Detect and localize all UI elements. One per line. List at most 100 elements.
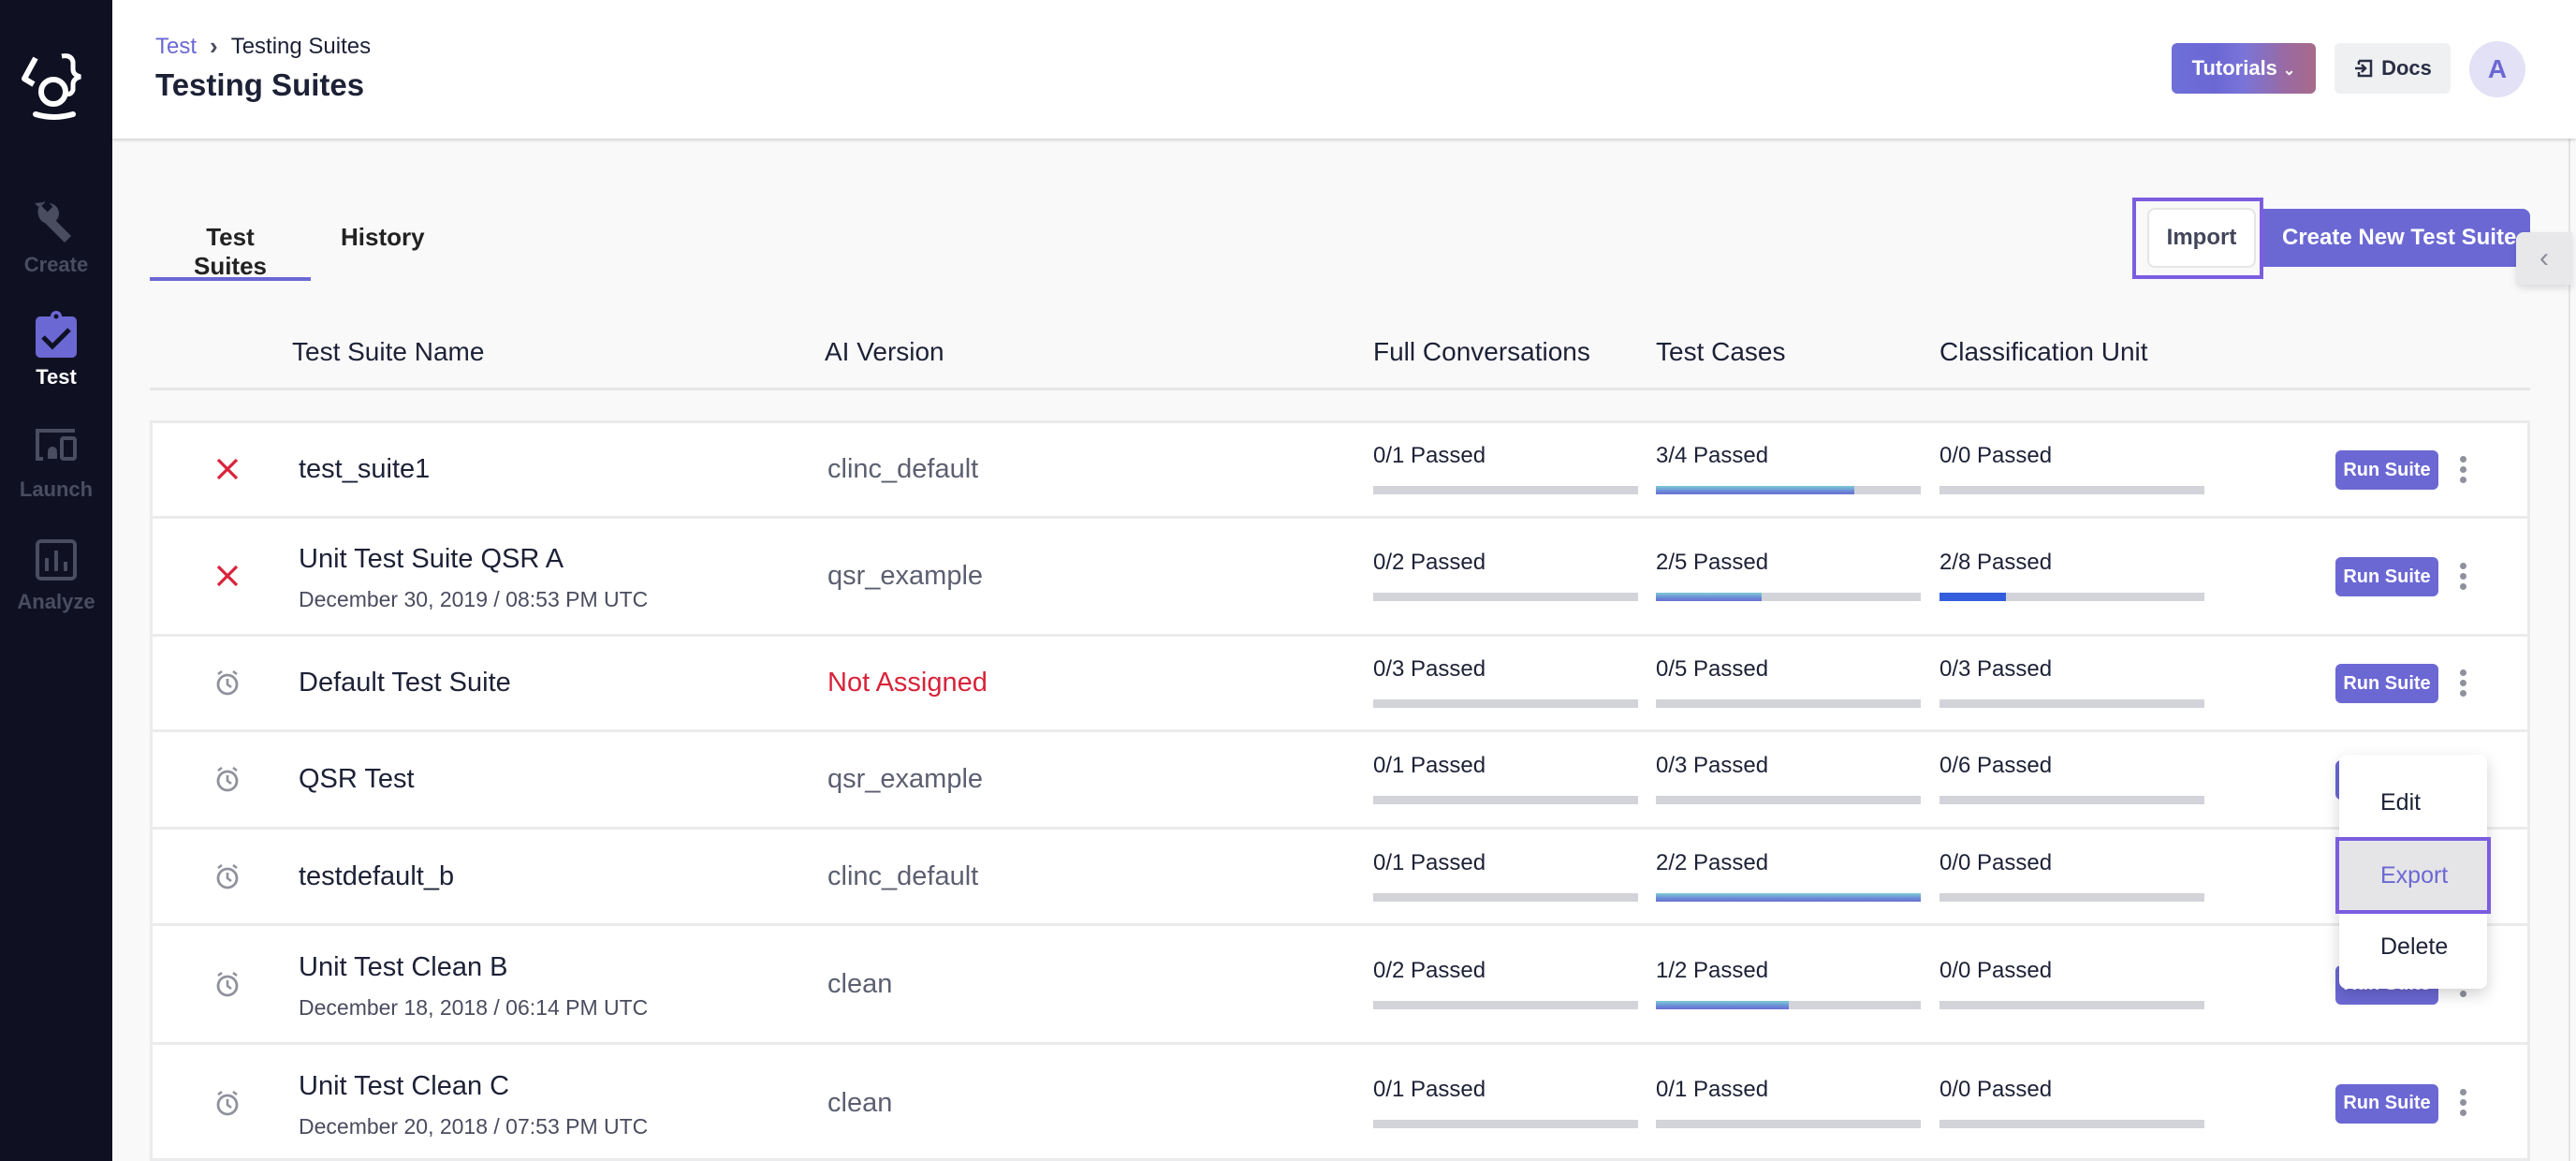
suite-name[interactable]: Unit Test Clean B (299, 952, 508, 983)
test-cases-progress: 2/2 Passed (1656, 850, 1921, 902)
top-header: Test › Testing Suites Testing Suites Tut… (112, 0, 2576, 139)
column-header-ai-version[interactable]: AI Version (825, 337, 944, 367)
column-header-test-cases[interactable]: Test Cases (1656, 337, 1786, 367)
table-row[interactable]: testdefault_b clinc_default 0/1 Passed 2/2 … (150, 827, 2530, 923)
docs-button[interactable]: Docs (2334, 43, 2451, 94)
login-icon (2355, 59, 2373, 78)
collapse-panel-button[interactable]: ‹ (2516, 232, 2572, 285)
import-button[interactable]: Import (2147, 208, 2256, 268)
clinc-logo-icon[interactable] (15, 51, 92, 122)
classification-unit-progress: 0/3 Passed (1939, 656, 2204, 708)
table-row[interactable]: QSR Test qsr_example 0/1 Passed 0/3 Passed 0… (150, 729, 2530, 827)
passed-count: 0/1 Passed (1373, 849, 1486, 875)
tab-test-suites[interactable]: Test Suites (150, 215, 311, 281)
row-context-menu: Edit Export Delete (2335, 755, 2491, 989)
progress-track (1373, 699, 1638, 708)
devices-icon (36, 429, 77, 461)
menu-item-edit[interactable]: Edit (2339, 764, 2487, 841)
passed-count: 0/2 Passed (1373, 957, 1486, 983)
menu-item-export[interactable]: Export (2335, 837, 2491, 914)
user-avatar[interactable]: A (2469, 41, 2525, 97)
progress-track (1939, 796, 2204, 804)
sidebar-item-label: Launch (19, 478, 94, 501)
sidebar-item-launch[interactable]: Launch (0, 421, 112, 502)
sidebar-item-test[interactable]: Test (0, 309, 112, 389)
suite-name[interactable]: Default Test Suite (299, 668, 511, 698)
suite-name[interactable]: QSR Test (299, 764, 415, 795)
suite-name[interactable]: testdefault_b (299, 861, 454, 892)
alarm-clock-icon (212, 764, 242, 794)
progress-track (1656, 1119, 1921, 1128)
table-row[interactable]: Unit Test Clean C December 20, 2018 / 07:… (150, 1042, 2530, 1161)
column-header-name[interactable]: Test Suite Name (292, 337, 484, 367)
progress-fill (1656, 486, 1855, 494)
suite-name[interactable]: Unit Test Suite QSR A (299, 544, 564, 575)
menu-item-delete[interactable]: Delete (2339, 908, 2487, 985)
breadcrumb: Test › Testing Suites (155, 32, 371, 61)
bar-chart-icon (36, 539, 77, 580)
failed-x-icon (212, 454, 242, 484)
progress-fill (1939, 593, 2006, 601)
table-header-divider (150, 388, 2530, 390)
passed-count: 0/0 Passed (1939, 957, 2053, 983)
breadcrumb-link-test[interactable]: Test (155, 34, 197, 60)
test-cases-progress: 1/2 Passed (1656, 958, 1921, 1009)
suite-name[interactable]: test_suite1 (299, 454, 430, 485)
passed-count: 2/8 Passed (1939, 550, 2053, 575)
progress-track (1939, 593, 2204, 601)
clipboard-check-icon (36, 311, 77, 358)
create-test-suite-button[interactable]: Create New Test Suite (2263, 209, 2530, 267)
sidebar-item-analyze[interactable]: Analyze (0, 534, 112, 614)
full-conversations-progress: 0/1 Passed (1373, 1077, 1638, 1128)
table-row[interactable]: Default Test Suite Not Assigned 0/3 Passed… (150, 634, 2530, 729)
progress-track (1373, 486, 1638, 494)
chevron-left-icon: ‹ (2539, 242, 2549, 273)
more-options-icon[interactable] (2452, 1084, 2474, 1122)
progress-track (1939, 486, 2204, 494)
sidebar-item-create[interactable]: Create (0, 197, 112, 277)
panel-divider (2569, 139, 2570, 1161)
run-suite-button[interactable]: Run Suite (2335, 557, 2438, 596)
progress-fill (1656, 1000, 1789, 1009)
column-header-full-conversations[interactable]: Full Conversations (1373, 337, 1590, 367)
passed-count: 0/1 Passed (1373, 1076, 1486, 1102)
more-options-icon[interactable] (2452, 557, 2474, 595)
suite-date: December 30, 2019 / 08:53 PM UTC (299, 587, 649, 611)
classification-unit-progress: 0/0 Passed (1939, 443, 2204, 494)
passed-count: 0/3 Passed (1939, 656, 2053, 682)
table-row[interactable]: Unit Test Clean B December 18, 2018 / 06:… (150, 923, 2530, 1042)
passed-count: 2/2 Passed (1656, 849, 1769, 875)
alarm-clock-icon (212, 668, 242, 698)
progress-fill (1656, 593, 1763, 601)
suite-name[interactable]: Unit Test Clean C (299, 1071, 509, 1102)
full-conversations-progress: 0/3 Passed (1373, 656, 1638, 708)
table-row[interactable]: test_suite1 clinc_default 0/1 Passed 3/4 Pa… (150, 420, 2530, 516)
progress-track (1373, 796, 1638, 804)
passed-count: 0/0 Passed (1939, 443, 2053, 468)
progress-track (1656, 699, 1921, 708)
sidebar-item-label: Test (36, 365, 77, 389)
classification-unit-progress: 0/0 Passed (1939, 1077, 2204, 1128)
tab-bar: Test Suites History (150, 215, 444, 281)
passed-count: 0/3 Passed (1373, 656, 1486, 682)
tab-history[interactable]: History (322, 215, 444, 281)
alarm-clock-icon (212, 861, 242, 891)
suite-date: December 20, 2018 / 07:53 PM UTC (299, 1113, 649, 1139)
progress-track (1373, 1119, 1638, 1128)
column-header-classification-unit[interactable]: Classification Unit (1939, 337, 2148, 367)
table-row[interactable]: Unit Test Suite QSR A December 30, 2019 /… (150, 516, 2530, 634)
run-suite-button[interactable]: Run Suite (2335, 664, 2438, 703)
classification-unit-progress: 0/6 Passed (1939, 753, 2204, 804)
classification-unit-progress: 2/8 Passed (1939, 550, 2204, 601)
suite-date: December 18, 2018 / 06:14 PM UTC (299, 994, 649, 1020)
more-options-icon[interactable] (2452, 664, 2474, 701)
full-conversations-progress: 0/2 Passed (1373, 550, 1638, 601)
run-suite-button[interactable]: Run Suite (2335, 450, 2438, 490)
docs-label: Docs (2381, 56, 2432, 80)
run-suite-button[interactable]: Run Suite (2335, 1083, 2438, 1124)
tutorials-button[interactable]: Tutorials ⌄ (2172, 43, 2316, 94)
more-options-icon[interactable] (2452, 450, 2474, 488)
progress-track (1939, 1000, 2204, 1009)
passed-count: 0/5 Passed (1656, 656, 1769, 682)
test-cases-progress: 0/5 Passed (1656, 656, 1921, 708)
